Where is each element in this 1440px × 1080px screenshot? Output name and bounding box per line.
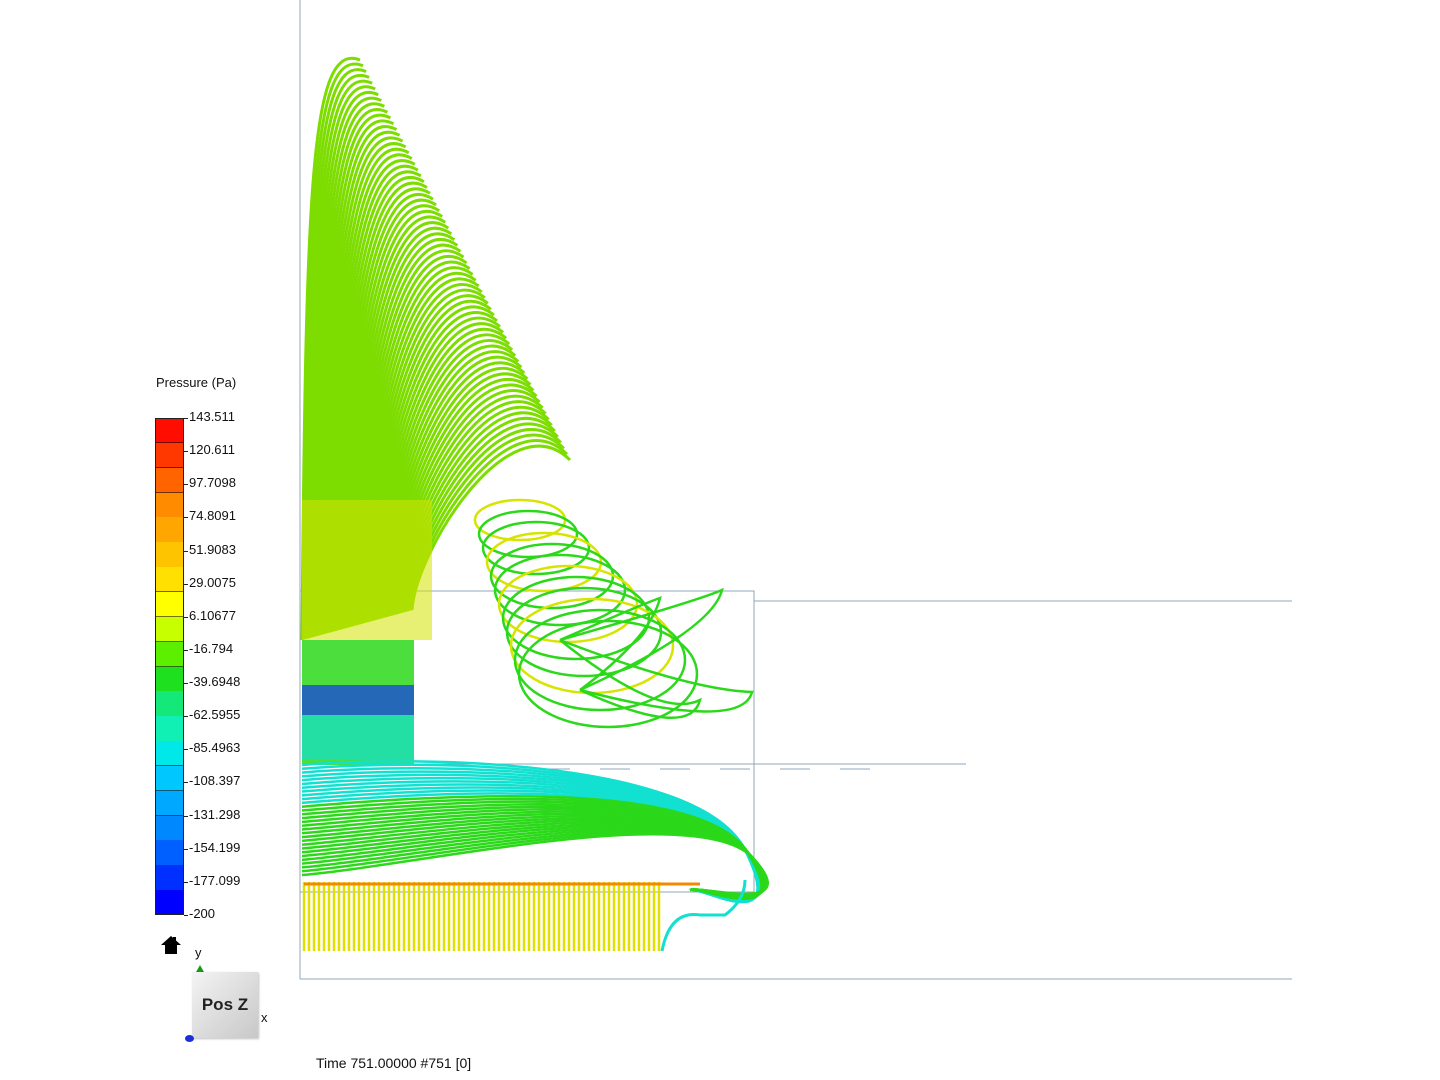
time-step-label: Time 751.00000 #751 [0]: [316, 1055, 472, 1071]
legend-tick-label: -85.4963: [189, 740, 241, 756]
legend-tick-mark: [184, 451, 188, 453]
legend-tick-label: -62.5955: [189, 707, 241, 723]
legend-tick-mark: [184, 848, 188, 850]
legend-tick-mark: [184, 517, 188, 519]
legend-tick-mark: [184, 484, 188, 486]
legend-color-bar: [155, 418, 184, 916]
legend-tick-mark: [184, 716, 188, 718]
axis-z-icon: [185, 1035, 194, 1042]
legend-tick-label: -200: [189, 906, 216, 921]
legend-tick-label: 29.0075: [189, 574, 236, 590]
legend-tick-mark: [184, 583, 188, 585]
legend-tick-label: 97.7098: [189, 475, 236, 491]
legend-tick-mark: [184, 649, 188, 651]
legend-tick-label: -154.199: [189, 839, 241, 855]
legend-tick-mark: [184, 683, 188, 685]
legend-tick-label: -39.6948: [189, 674, 241, 690]
low-pressure-band: [302, 685, 414, 715]
legend-tick-label: -108.397: [189, 773, 241, 789]
legend-tick-mark: [184, 881, 188, 883]
streamline-scene[interactable]: [0, 0, 1440, 1080]
legend-tick-label: 120.611: [189, 442, 236, 458]
legend-tick-label: 51.9083: [189, 541, 236, 557]
fan-base-highlight: [302, 500, 432, 640]
axis-y-label: y: [195, 945, 202, 960]
legend-tick-mark: [184, 616, 188, 618]
lower-streamline-sweep: [301, 760, 769, 904]
legend-tick-mark: [184, 418, 188, 419]
axis-y-arrow-icon: [196, 965, 204, 972]
axis-x-label: x: [261, 1010, 268, 1025]
legend-tick-label: -16.794: [189, 640, 234, 656]
cyan-band: [302, 715, 414, 760]
legend-tick-mark: [184, 550, 188, 552]
legend-title: Pressure (Pa): [156, 375, 237, 390]
legend-tick-mark: [184, 749, 188, 751]
legend-tick-mark: [184, 815, 188, 817]
home-icon[interactable]: [160, 935, 182, 955]
legend-tick-label: 6.10677: [189, 607, 236, 623]
legend-tick-mark: [184, 915, 188, 916]
legend-tick-mark: [184, 782, 188, 784]
legend-tick-label: -131.298: [189, 806, 241, 822]
legend-bar-outline: [155, 418, 184, 915]
orientation-cube-pos-z[interactable]: Pos Z: [192, 972, 258, 1038]
legend-tick-label: -177.099: [189, 872, 241, 888]
legend-tick-label: 143.511: [189, 409, 236, 424]
3d-viewport[interactable]: [0, 0, 1440, 1080]
legend-tick-label: 74.8091: [189, 508, 236, 524]
